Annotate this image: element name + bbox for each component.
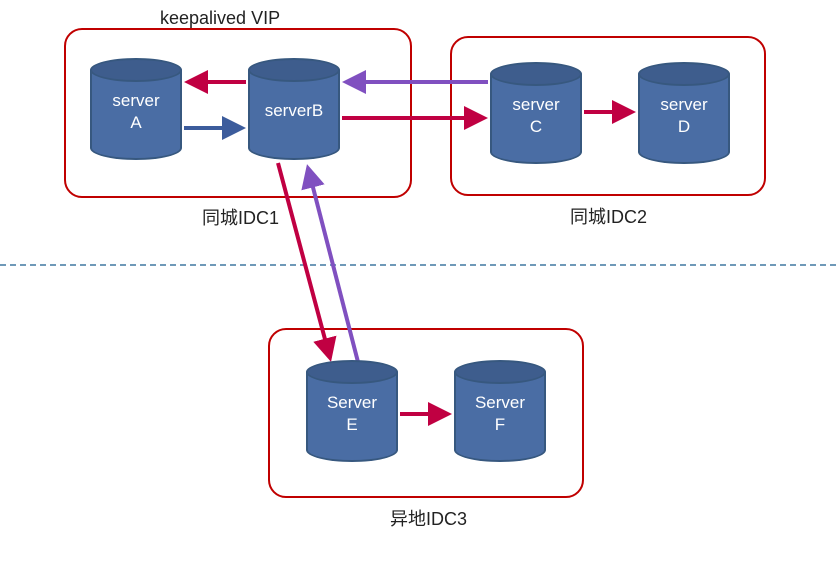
idc1-label: 同城IDC1	[202, 204, 279, 230]
server-e-line1: Server	[327, 393, 377, 412]
server-c-line1: server	[512, 95, 559, 114]
server-f-line1: Server	[475, 393, 525, 412]
idc2-label: 同城IDC2	[570, 203, 647, 229]
server-d-line2: D	[678, 117, 690, 136]
server-b-line1: serverB	[265, 101, 324, 120]
divider-line	[0, 264, 836, 266]
server-b: serverB	[248, 58, 340, 160]
server-e: Server E	[306, 360, 398, 462]
server-a-line2: A	[130, 113, 141, 132]
server-f: Server F	[454, 360, 546, 462]
server-a-line1: server	[112, 91, 159, 110]
server-c: server C	[490, 62, 582, 164]
server-e-line2: E	[346, 415, 357, 434]
server-d: server D	[638, 62, 730, 164]
idc3-label: 异地IDC3	[390, 505, 467, 531]
server-d-line1: server	[660, 95, 707, 114]
server-f-line2: F	[495, 415, 505, 434]
vip-label: keepalived VIP	[160, 8, 280, 29]
server-c-line2: C	[530, 117, 542, 136]
server-a: server A	[90, 58, 182, 160]
